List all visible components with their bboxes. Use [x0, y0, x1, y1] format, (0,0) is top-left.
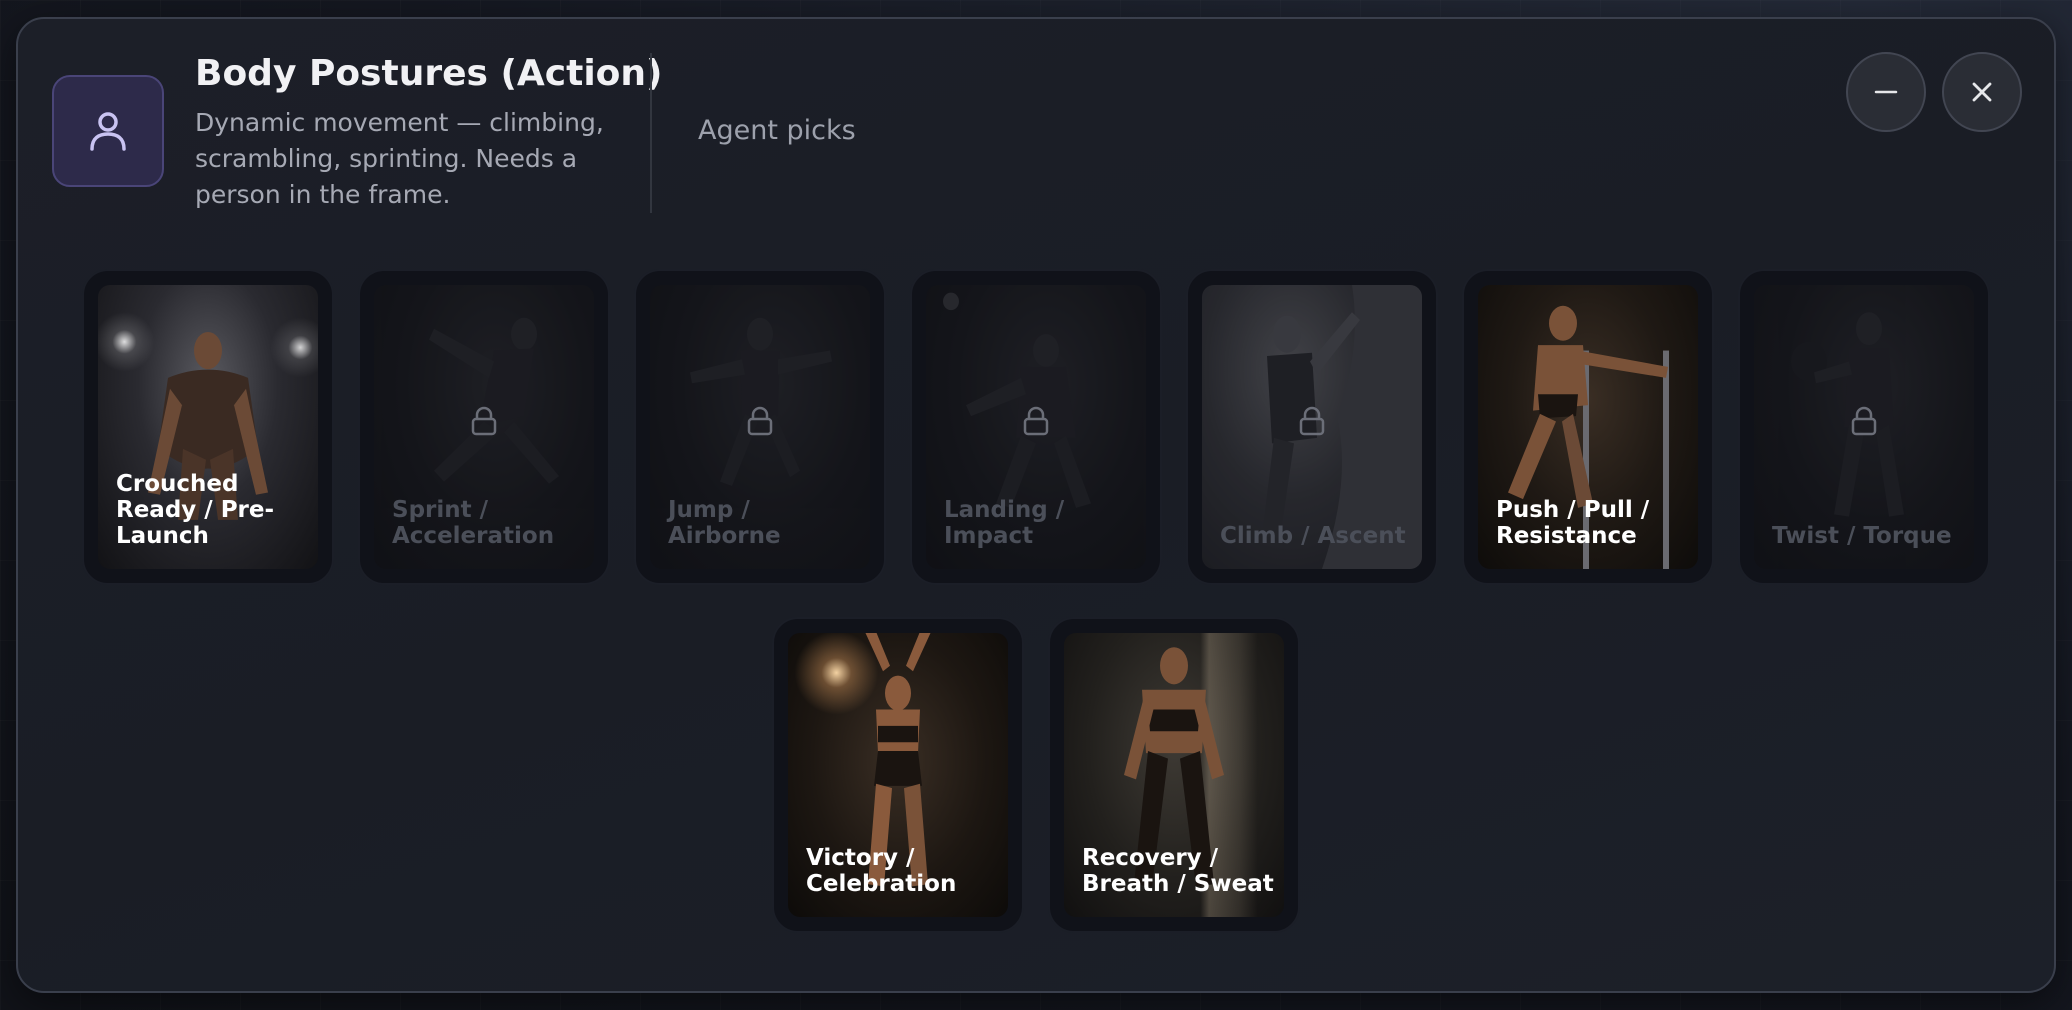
dialog-title: Body Postures (Action) [195, 53, 663, 94]
person-icon [90, 112, 126, 151]
agent-picks-button[interactable]: Agent picks [698, 115, 856, 146]
close-icon [1972, 82, 1992, 102]
lock-icon [471, 406, 497, 436]
posture-card-jump[interactable]: Jump / Airborne [634, 269, 886, 585]
card-label: Twist / Torque [1772, 523, 1952, 549]
posture-card-climb[interactable]: Climb / Ascent [1186, 269, 1438, 585]
header-divider [650, 53, 652, 213]
minimize-button[interactable] [1846, 52, 1926, 132]
posture-card-crouched-ready[interactable]: Crouched Ready / Pre-Launch [82, 269, 334, 585]
posture-card-sprint[interactable]: Sprint / Acceleration [358, 269, 610, 585]
posture-card-victory[interactable]: Victory / Celebration [772, 617, 1024, 933]
posture-card-recovery[interactable]: Recovery / Breath / Sweat [1048, 617, 1300, 933]
card-label: Climb / Ascent [1220, 523, 1406, 549]
card-label: Sprint / Acceleration [392, 497, 555, 549]
body-postures-dialog: Body Postures (Action) Dynamic movement … [16, 17, 2056, 993]
card-label: Recovery / Breath / Sweat [1082, 845, 1274, 897]
card-label: Crouched Ready / Pre-Launch [116, 471, 275, 549]
dialog-subtitle: Dynamic movement — climbing, scrambling,… [195, 108, 604, 209]
card-label: Push / Pull / Resistance [1496, 497, 1650, 549]
posture-card-landing[interactable]: Landing / Impact [910, 269, 1162, 585]
minus-icon [1874, 90, 1898, 94]
card-label: Victory / Celebration [806, 845, 957, 897]
lock-icon [747, 406, 773, 436]
lock-icon [1851, 406, 1877, 436]
lock-icon [1299, 406, 1325, 436]
card-label: Jump / Airborne [668, 497, 781, 549]
posture-card-push-pull[interactable]: Push / Pull / Resistance [1462, 269, 1714, 585]
category-avatar [52, 75, 164, 187]
lock-icon [1023, 406, 1049, 436]
posture-card-twist[interactable]: Twist / Torque [1738, 269, 1990, 585]
card-label: Landing / Impact [944, 497, 1065, 549]
close-button[interactable] [1942, 52, 2022, 132]
